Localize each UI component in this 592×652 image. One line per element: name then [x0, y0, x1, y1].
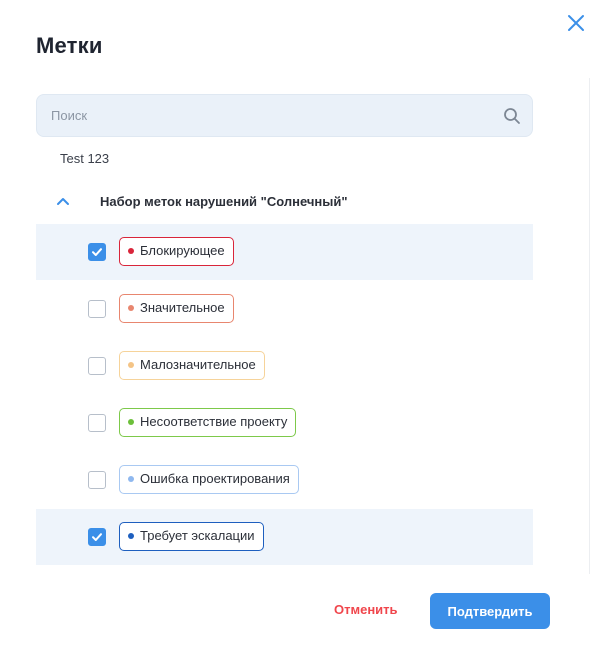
label-color-dot: [128, 305, 134, 311]
label-group-title: Набор меток нарушений "Солнечный": [100, 194, 348, 209]
label-group-header[interactable]: Набор меток нарушений "Солнечный": [36, 188, 533, 216]
search-input[interactable]: [51, 95, 491, 136]
checkmark-icon: [92, 248, 102, 256]
label-chip-text: Значительное: [140, 300, 225, 315]
cancel-button[interactable]: Отменить: [334, 602, 398, 617]
label-chip-text: Блокирующее: [140, 243, 225, 258]
label-row[interactable]: Значительное: [36, 281, 533, 337]
label-chip: Несоответствие проекту: [119, 408, 297, 437]
label-checkbox[interactable]: [88, 300, 106, 318]
label-chip-text: Несоответствие проекту: [140, 414, 288, 429]
label-chip: Малозначительное: [119, 351, 265, 380]
label-color-dot: [128, 533, 134, 539]
label-color-dot: [128, 362, 134, 368]
label-chip: Значительное: [119, 294, 234, 323]
label-checkbox[interactable]: [88, 243, 106, 261]
label-color-dot: [128, 419, 134, 425]
scrollbar-track: [589, 78, 590, 574]
label-color-dot: [128, 248, 134, 254]
label-chip: Блокирующее: [119, 237, 234, 266]
checkmark-icon: [92, 533, 102, 541]
label-row[interactable]: Несоответствие проекту: [36, 395, 533, 451]
label-row[interactable]: Ошибка проектирования: [36, 452, 533, 508]
chevron-up-icon[interactable]: [54, 193, 72, 211]
label-checkbox[interactable]: [88, 528, 106, 546]
label-checkbox[interactable]: [88, 471, 106, 489]
label-row[interactable]: Требует эскалации: [36, 509, 533, 565]
label-chip: Требует эскалации: [119, 522, 264, 551]
label-row[interactable]: Малозначительное: [36, 338, 533, 394]
label-color-dot: [128, 476, 134, 482]
close-icon: [568, 15, 584, 31]
label-row[interactable]: Блокирующее: [36, 224, 533, 280]
close-button[interactable]: [565, 12, 587, 34]
label-chip: Ошибка проектирования: [119, 465, 299, 494]
search-box: [36, 94, 533, 137]
confirm-button[interactable]: Подтвердить: [430, 593, 550, 629]
label-checkbox[interactable]: [88, 414, 106, 432]
label-list[interactable]: Блокирующее Значительное Малозначительное Н…: [36, 224, 533, 566]
label-chip-text: Малозначительное: [140, 357, 256, 372]
dialog-title: Метки: [36, 33, 103, 58]
search-icon[interactable]: [503, 107, 521, 125]
labels-dialog: Метки Test 123 Набор меток нарушений "Со…: [0, 0, 592, 652]
label-checkbox[interactable]: [88, 357, 106, 375]
label-chip-text: Ошибка проектирования: [140, 471, 290, 486]
label-chip-text: Требует эскалации: [140, 528, 255, 543]
list-item-test-123[interactable]: Test 123: [60, 151, 109, 166]
